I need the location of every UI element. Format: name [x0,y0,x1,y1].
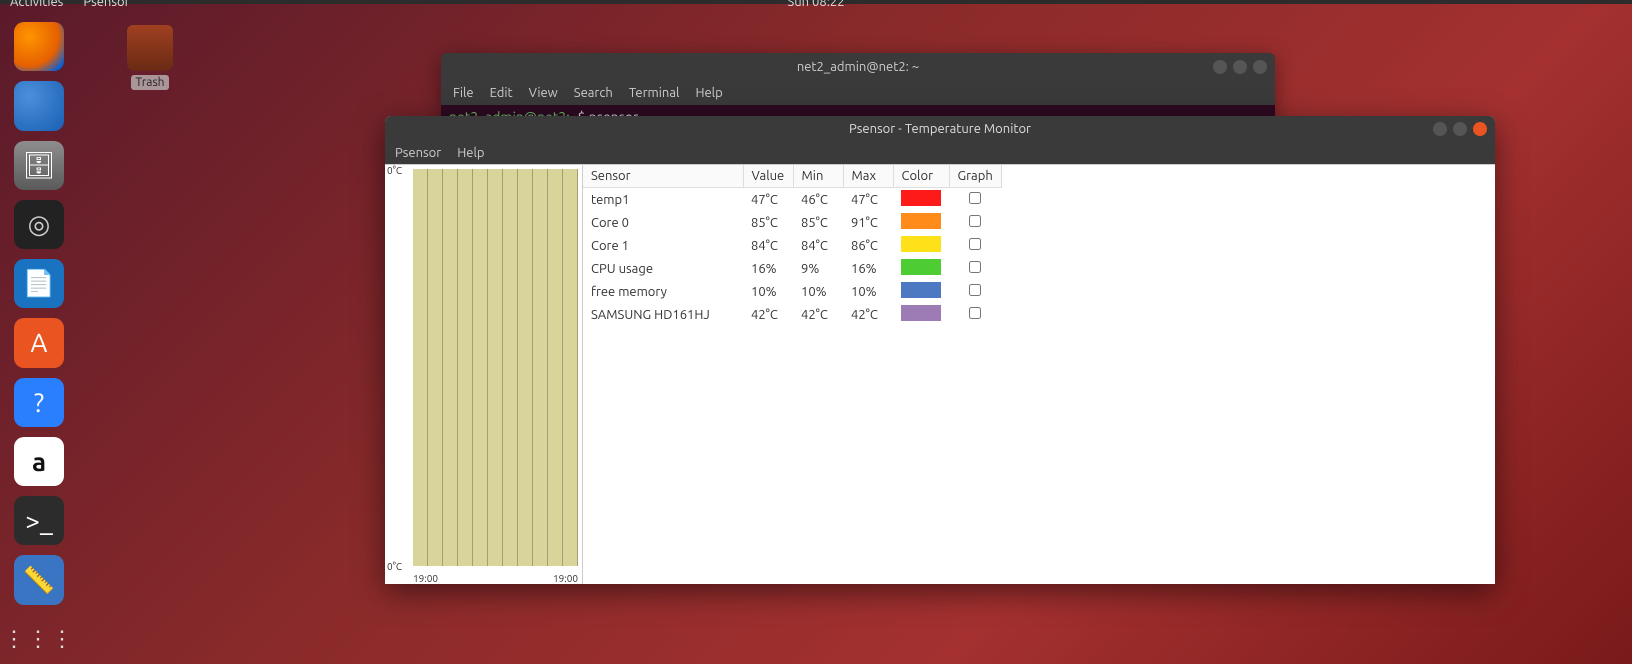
sensor-row[interactable]: temp147°C46°C47°C [583,188,1001,212]
sensor-graph-checkbox[interactable] [969,284,981,296]
sensor-name: CPU usage [583,257,743,280]
sensor-max: 91°C [843,211,893,234]
terminal-menu-file[interactable]: File [453,86,474,100]
sensor-min: 84°C [793,234,843,257]
sensor-graph-checkbox[interactable] [969,215,981,227]
maximize-icon[interactable] [1233,60,1247,74]
maximize-icon[interactable] [1453,122,1467,136]
terminal-menu-search[interactable]: Search [574,86,613,100]
sensor-row[interactable]: SAMSUNG HD161HJ42°C42°C42°C [583,303,1001,326]
app-indicator[interactable]: Psensor [83,0,129,9]
rhythmbox-icon[interactable]: ◎ [14,200,64,249]
header-sensor[interactable]: Sensor [583,165,743,188]
psensor-menu-help[interactable]: Help [457,146,484,160]
sensor-color-swatch[interactable] [901,305,941,321]
ruler-icon[interactable]: 📏 [14,555,64,604]
graph-panel: 0°C 0°C 19:00 19:00 [385,165,583,584]
sensor-graph-checkbox[interactable] [969,238,981,250]
sensor-min: 85°C [793,211,843,234]
thunderbird-icon[interactable] [14,81,64,130]
psensor-menu-psensor[interactable]: Psensor [395,146,441,160]
sensor-name: temp1 [583,188,743,212]
terminal-menubar: File Edit View Search Terminal Help [441,81,1275,105]
graph-y-top-label: 0°C [387,165,402,176]
sensor-min: 46°C [793,188,843,212]
sensor-min: 10% [793,280,843,303]
show-apps-icon[interactable]: ⋮⋮⋮ [14,615,64,664]
minimize-icon[interactable] [1213,60,1227,74]
clock[interactable]: Sun 08:22 [787,0,844,9]
sensor-max: 42°C [843,303,893,326]
psensor-title: Psensor - Temperature Monitor [849,122,1031,136]
sensor-name: SAMSUNG HD161HJ [583,303,743,326]
sensor-color-swatch[interactable] [901,213,941,229]
header-value[interactable]: Value [743,165,793,188]
sensor-max: 86°C [843,234,893,257]
header-color[interactable]: Color [893,165,949,188]
graph-canvas[interactable] [413,169,578,566]
sensor-table: Sensor Value Min Max Color Graph temp147… [583,165,1495,584]
terminal-titlebar[interactable]: net2_admin@net2: ~ [441,53,1275,81]
terminal-window-controls [1213,60,1267,74]
psensor-titlebar[interactable]: Psensor - Temperature Monitor [385,116,1495,142]
sensor-color-swatch[interactable] [901,236,941,252]
firefox-icon[interactable] [14,22,64,71]
sensor-color-swatch[interactable] [901,259,941,275]
sensor-value: 16% [743,257,793,280]
sensor-name: free memory [583,280,743,303]
sensor-row[interactable]: Core 085°C85°C91°C [583,211,1001,234]
sensor-row[interactable]: Core 184°C84°C86°C [583,234,1001,257]
sensor-row[interactable]: free memory10%10%10% [583,280,1001,303]
terminal-menu-edit[interactable]: Edit [490,86,513,100]
sensor-min: 42°C [793,303,843,326]
sensor-max: 47°C [843,188,893,212]
close-icon[interactable] [1253,60,1267,74]
psensor-menubar: Psensor Help [385,142,1495,164]
sensor-max: 10% [843,280,893,303]
files-icon[interactable]: 🗄 [14,141,64,190]
sensor-value: 85°C [743,211,793,234]
terminal-menu-terminal[interactable]: Terminal [629,86,680,100]
minimize-icon[interactable] [1433,122,1447,136]
activities-button[interactable]: Activities [10,0,63,9]
psensor-body: 0°C 0°C 19:00 19:00 Sensor Value Min Max… [385,164,1495,584]
terminal-menu-help[interactable]: Help [695,86,722,100]
header-min[interactable]: Min [793,165,843,188]
sensor-row[interactable]: CPU usage16%9%16% [583,257,1001,280]
sensor-color-swatch[interactable] [901,282,941,298]
top-panel: Activities Psensor Sun 08:22 [0,0,1632,4]
terminal-title: net2_admin@net2: ~ [797,60,919,74]
sensor-max: 16% [843,257,893,280]
sensor-color-swatch[interactable] [901,190,941,206]
sensor-value: 42°C [743,303,793,326]
graph-x-left-label: 19:00 [413,573,438,584]
terminal-icon[interactable]: >_ [14,496,64,545]
trash-label: Trash [131,75,168,90]
writer-icon[interactable]: 📄 [14,259,64,308]
sensor-min: 9% [793,257,843,280]
close-icon[interactable] [1473,122,1487,136]
psensor-window[interactable]: Psensor - Temperature Monitor Psensor He… [385,116,1495,584]
sensor-value: 84°C [743,234,793,257]
sensor-name: Core 1 [583,234,743,257]
sensor-graph-checkbox[interactable] [969,261,981,273]
sensor-name: Core 0 [583,211,743,234]
trash-desktop-icon[interactable]: Trash [120,25,180,90]
trash-icon [127,25,173,71]
sensor-value: 47°C [743,188,793,212]
help-icon[interactable]: ? [14,378,64,427]
sensor-graph-checkbox[interactable] [969,307,981,319]
graph-x-right-label: 19:00 [553,573,578,584]
software-icon[interactable]: A [14,318,64,367]
amazon-icon[interactable]: a [14,437,64,486]
sensor-table-header: Sensor Value Min Max Color Graph [583,165,1001,188]
psensor-window-controls [1433,122,1487,136]
header-graph[interactable]: Graph [949,165,1001,188]
sensor-value: 10% [743,280,793,303]
sensor-graph-checkbox[interactable] [969,192,981,204]
header-max[interactable]: Max [843,165,893,188]
terminal-menu-view[interactable]: View [529,86,558,100]
graph-y-bottom-label: 0°C [387,561,402,572]
dock: 🗄 ◎ 📄 A ? a >_ 📏 ⋮⋮⋮ [0,10,78,664]
